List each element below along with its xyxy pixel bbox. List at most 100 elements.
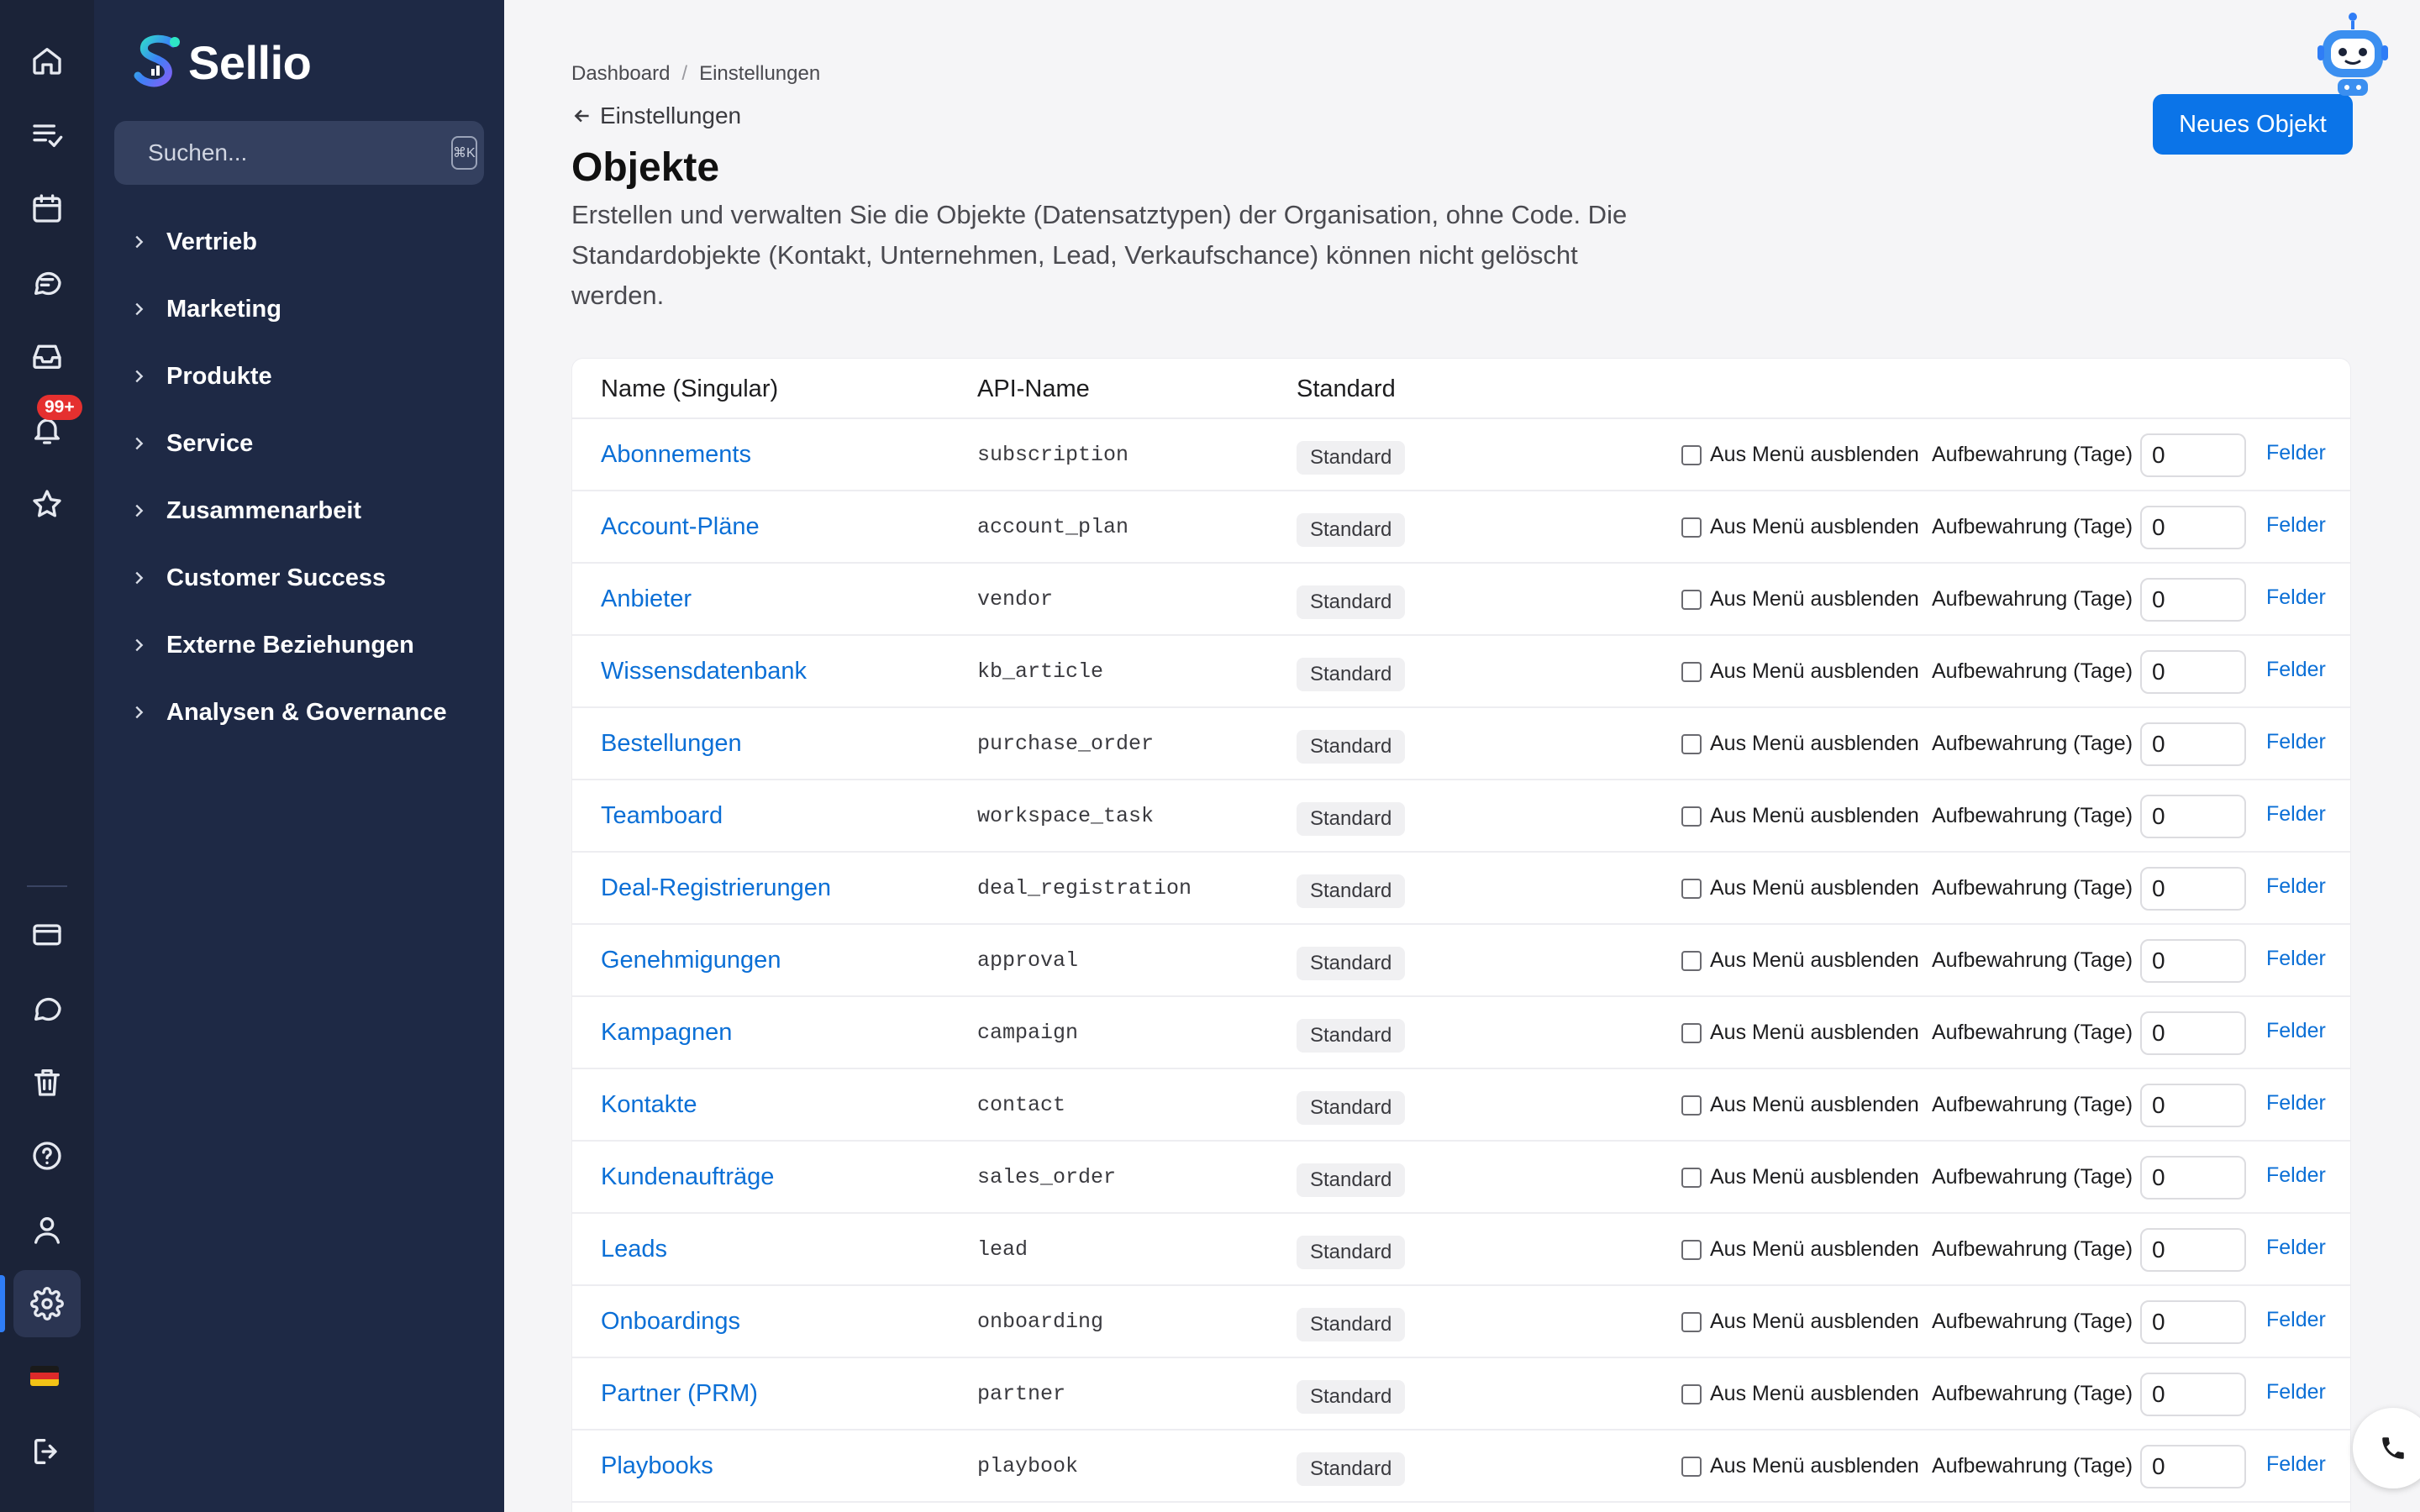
hide-from-menu-toggle[interactable]: Aus Menü ausblenden (1681, 948, 1919, 973)
object-name-link[interactable]: Leads (601, 1236, 667, 1263)
hide-from-menu-toggle[interactable]: Aus Menü ausblenden (1681, 804, 1919, 828)
sidebar-item-marketing[interactable]: Marketing (129, 276, 447, 343)
fields-link[interactable]: Felder (2266, 1380, 2326, 1404)
object-name-link[interactable]: Bestellungen (601, 730, 742, 758)
object-name-link[interactable]: Kundenaufträge (601, 1163, 774, 1191)
hide-from-menu-checkbox[interactable] (1681, 950, 1702, 971)
help-icon[interactable] (13, 1122, 81, 1189)
tasks-icon[interactable] (13, 101, 81, 168)
retention-days-input[interactable] (2140, 795, 2246, 838)
hide-from-menu-toggle[interactable]: Aus Menü ausblenden (1681, 443, 1919, 467)
phone-button[interactable] (2353, 1408, 2420, 1488)
breadcrumb-dashboard[interactable]: Dashboard (571, 62, 670, 86)
hide-from-menu-checkbox[interactable] (1681, 1456, 1702, 1477)
trash-icon[interactable] (13, 1048, 81, 1116)
fields-link[interactable]: Felder (2266, 585, 2326, 610)
object-name-link[interactable]: Deal-Registrierungen (601, 874, 831, 902)
flag-de-icon[interactable] (30, 1366, 59, 1386)
retention-days-input[interactable] (2140, 1156, 2246, 1200)
hide-from-menu-toggle[interactable]: Aus Menü ausblenden (1681, 587, 1919, 612)
fields-link[interactable]: Felder (2266, 802, 2326, 827)
hide-from-menu-checkbox[interactable] (1681, 733, 1702, 754)
hide-from-menu-toggle[interactable]: Aus Menü ausblenden (1681, 1382, 1919, 1406)
calendar-icon[interactable] (13, 175, 81, 242)
hide-from-menu-toggle[interactable]: Aus Menü ausblenden (1681, 732, 1919, 756)
retention-days-input[interactable] (2140, 650, 2246, 694)
hide-from-menu-checkbox[interactable] (1681, 1095, 1702, 1116)
fields-link[interactable]: Felder (2266, 730, 2326, 754)
sidebar-item-produkte[interactable]: Produkte (129, 343, 447, 410)
breadcrumb-einstellungen[interactable]: Einstellungen (699, 62, 820, 86)
fields-link[interactable]: Felder (2266, 441, 2326, 465)
fields-link[interactable]: Felder (2266, 658, 2326, 682)
object-name-link[interactable]: Teamboard (601, 802, 723, 830)
hide-from-menu-checkbox[interactable] (1681, 1239, 1702, 1260)
comment-icon[interactable] (13, 974, 81, 1042)
retention-days-input[interactable] (2140, 1373, 2246, 1416)
fields-link[interactable]: Felder (2266, 1308, 2326, 1332)
object-name-link[interactable]: Onboardings (601, 1308, 740, 1336)
hide-from-menu-checkbox[interactable] (1681, 1022, 1702, 1043)
hide-from-menu-checkbox[interactable] (1681, 661, 1702, 682)
retention-days-input[interactable] (2140, 578, 2246, 622)
hide-from-menu-checkbox[interactable] (1681, 878, 1702, 899)
object-name-link[interactable]: Playbooks (601, 1452, 713, 1480)
logout-icon[interactable] (13, 1418, 81, 1485)
home-icon[interactable] (13, 27, 81, 94)
hide-from-menu-checkbox[interactable] (1681, 806, 1702, 827)
hide-from-menu-checkbox[interactable] (1681, 1167, 1702, 1188)
hide-from-menu-toggle[interactable]: Aus Menü ausblenden (1681, 659, 1919, 684)
retention-days-input[interactable] (2140, 1011, 2246, 1055)
object-name-link[interactable]: Partner (PRM) (601, 1380, 758, 1408)
sidebar-item-analysen-governance[interactable]: Analysen & Governance (129, 679, 447, 746)
object-name-link[interactable]: Kontakte (601, 1091, 697, 1119)
fields-link[interactable]: Felder (2266, 513, 2326, 538)
hide-from-menu-toggle[interactable]: Aus Menü ausblenden (1681, 1454, 1919, 1478)
new-object-button[interactable]: Neues Objekt (2153, 94, 2353, 155)
retention-days-input[interactable] (2140, 1300, 2246, 1344)
inbox-icon[interactable] (13, 323, 81, 390)
retention-days-input[interactable] (2140, 1084, 2246, 1127)
retention-days-input[interactable] (2140, 506, 2246, 549)
retention-days-input[interactable] (2140, 867, 2246, 911)
back-link[interactable]: Einstellungen (571, 102, 741, 129)
robot-assistant-icon[interactable] (2311, 8, 2395, 101)
fields-link[interactable]: Felder (2266, 874, 2326, 899)
user-icon[interactable] (13, 1196, 81, 1263)
object-name-link[interactable]: Genehmigungen (601, 947, 781, 974)
card-icon[interactable] (13, 900, 81, 968)
sidebar-item-zusammenarbeit[interactable]: Zusammenarbeit (129, 477, 447, 544)
hide-from-menu-toggle[interactable]: Aus Menü ausblenden (1681, 515, 1919, 539)
hide-from-menu-checkbox[interactable] (1681, 444, 1702, 465)
star-icon[interactable] (13, 470, 81, 538)
hide-from-menu-toggle[interactable]: Aus Menü ausblenden (1681, 1093, 1919, 1117)
retention-days-input[interactable] (2140, 433, 2246, 477)
hide-from-menu-checkbox[interactable] (1681, 1311, 1702, 1332)
hide-from-menu-toggle[interactable]: Aus Menü ausblenden (1681, 1021, 1919, 1045)
fields-link[interactable]: Felder (2266, 1019, 2326, 1043)
fields-link[interactable]: Felder (2266, 1091, 2326, 1116)
search-box[interactable]: ⌘K (114, 121, 484, 185)
hide-from-menu-checkbox[interactable] (1681, 1383, 1702, 1404)
retention-days-input[interactable] (2140, 1228, 2246, 1272)
retention-days-input[interactable] (2140, 939, 2246, 983)
gear-icon[interactable] (13, 1270, 81, 1337)
chat-icon[interactable] (13, 249, 81, 316)
fields-link[interactable]: Felder (2266, 1163, 2326, 1188)
sidebar-item-vertrieb[interactable]: Vertrieb (129, 208, 447, 276)
hide-from-menu-checkbox[interactable] (1681, 517, 1702, 538)
sidebar-item-customer-success[interactable]: Customer Success (129, 544, 447, 612)
object-name-link[interactable]: Anbieter (601, 585, 692, 613)
object-name-link[interactable]: Wissensdatenbank (601, 658, 807, 685)
object-name-link[interactable]: Account-Pläne (601, 513, 760, 541)
sidebar-item-externe-beziehungen[interactable]: Externe Beziehungen (129, 612, 447, 679)
object-name-link[interactable]: Abonnements (601, 441, 751, 469)
hide-from-menu-checkbox[interactable] (1681, 589, 1702, 610)
retention-days-input[interactable] (2140, 1445, 2246, 1488)
sidebar-item-service[interactable]: Service (129, 410, 447, 477)
fields-link[interactable]: Felder (2266, 1236, 2326, 1260)
hide-from-menu-toggle[interactable]: Aus Menü ausblenden (1681, 1165, 1919, 1189)
hide-from-menu-toggle[interactable]: Aus Menü ausblenden (1681, 1310, 1919, 1334)
fields-link[interactable]: Felder (2266, 947, 2326, 971)
hide-from-menu-toggle[interactable]: Aus Menü ausblenden (1681, 876, 1919, 900)
